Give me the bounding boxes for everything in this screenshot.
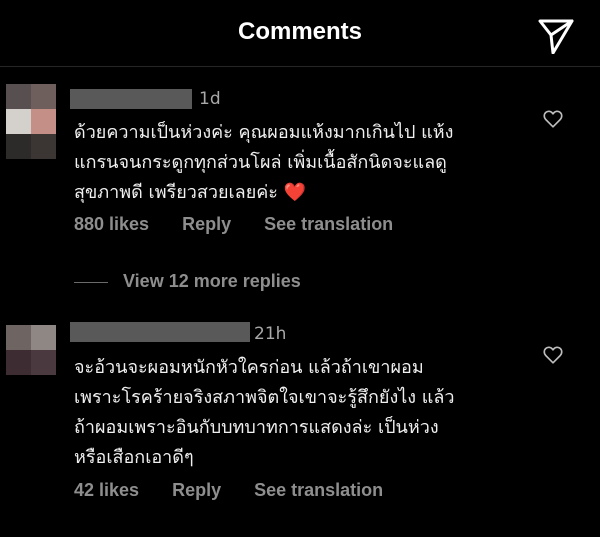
comments-header: Comments: [0, 0, 600, 67]
avatar[interactable]: [6, 84, 56, 159]
comment-line: ถ้าผอมเพราะอินกับบทบาทการแสดงล่ะ เป็นห่ว…: [74, 417, 439, 438]
comment-line: แกรนจนกระดูกทุกส่วนโผล่ เพิ่มเนื้อสักนิด…: [74, 152, 447, 173]
reply-button[interactable]: Reply: [172, 480, 221, 500]
comment-line: สุขภาพดี เพรียวสวยเลยค่ะ ❤️: [74, 178, 306, 208]
comment-line-text: สุขภาพดี เพรียวสวยเลยค่ะ: [74, 182, 284, 203]
comment-line: ด้วยความเป็นห่วงค่ะ คุณผอมแห้งมากเกินไป …: [74, 122, 454, 143]
likes-count[interactable]: 880 likes: [74, 214, 149, 234]
username[interactable]: [70, 322, 250, 342]
reply-button[interactable]: Reply: [182, 214, 231, 234]
comment-line: จะอ้วนจะผอมหนักหัวใครก่อน แล้วถ้าเขาผอม: [74, 357, 424, 378]
comment-actions: 880 likes Reply See translation: [74, 214, 393, 235]
comment-actions: 42 likes Reply See translation: [74, 480, 383, 501]
view-more-replies-label: View 12 more replies: [123, 271, 301, 291]
likes-count[interactable]: 42 likes: [74, 480, 139, 500]
comment-line: หรือเสือกเอาดีๆ: [74, 447, 194, 468]
heart-icon[interactable]: [542, 344, 564, 366]
comment-timestamp: 1d: [199, 89, 221, 109]
heart-icon[interactable]: [542, 108, 564, 130]
paper-plane-icon[interactable]: [536, 14, 576, 54]
comment-line: เพราะโรคร้ายจริงสภาพจิตใจเขาจะรู้สึกยังไ…: [74, 387, 455, 408]
avatar[interactable]: [6, 325, 56, 375]
see-translation-button[interactable]: See translation: [254, 480, 383, 500]
comment-timestamp: 21h: [254, 324, 287, 344]
username[interactable]: [70, 89, 192, 109]
see-translation-button[interactable]: See translation: [264, 214, 393, 234]
replies-divider: [74, 282, 108, 283]
red-heart-emoji: ❤️: [283, 182, 307, 203]
page-title: Comments: [237, 18, 363, 45]
